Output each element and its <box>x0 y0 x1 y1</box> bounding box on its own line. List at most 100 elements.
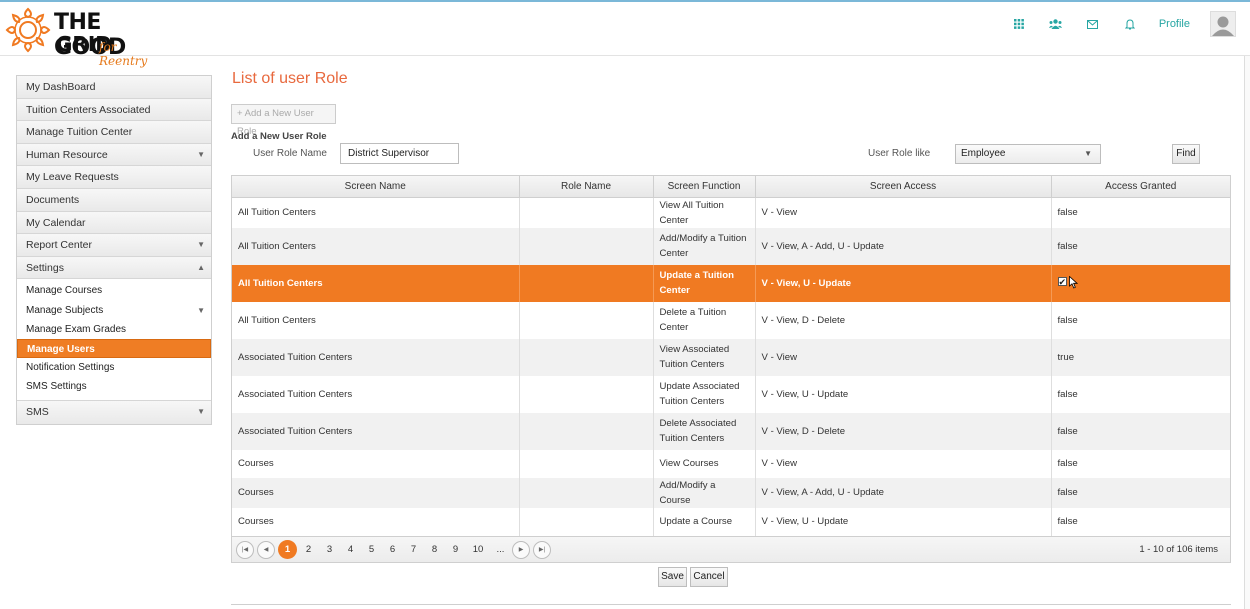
table-row[interactable]: Courses Update a Course V - View, U - Up… <box>232 507 1230 536</box>
page-number[interactable]: 5 <box>362 540 381 559</box>
sidebar-subitem-manage-courses[interactable]: Manage Courses <box>17 281 211 300</box>
sidebar-subitem-manage-exam-grades[interactable]: Manage Exam Grades <box>17 320 211 339</box>
role-like-label: User Role like <box>868 148 931 159</box>
sidebar-subitem-label: Manage Subjects <box>26 304 104 316</box>
page-ellipsis[interactable]: ... <box>491 540 510 559</box>
column-header-screen-access[interactable]: Screen Access <box>755 176 1052 198</box>
add-user-role-button[interactable]: + Add a New User Role <box>231 104 336 137</box>
cell-access-granted[interactable]: false <box>1051 412 1230 450</box>
cell-access-granted[interactable]: false <box>1051 376 1230 413</box>
settings-submenu: Manage Courses Manage Subjects ▼ Manage E… <box>17 279 211 402</box>
page-number[interactable]: 2 <box>299 540 318 559</box>
cell-screen-name: Associated Tuition Centers <box>232 375 520 413</box>
divider <box>231 604 1231 605</box>
cell-screen-function: View Associated Tuition Centers <box>653 338 756 376</box>
sidebar-item-label: Manage Tuition Center <box>26 126 133 139</box>
role-name-input[interactable]: District Supervisor <box>340 143 459 164</box>
cell-screen-function: Add/Modify a Course <box>653 477 756 508</box>
access-granted-checkbox[interactable] <box>1057 275 1067 290</box>
cell-screen-access: V - View <box>755 197 1052 228</box>
first-page-icon[interactable]: |◀ <box>236 540 254 559</box>
cell-access-granted[interactable]: false <box>1051 227 1230 265</box>
page-number[interactable]: 6 <box>383 540 402 559</box>
chevron-down-icon: ▼ <box>197 240 205 250</box>
table-row[interactable]: All Tuition Centers Add/Modify a Tuition… <box>232 227 1230 265</box>
page-scrollbar[interactable] <box>1244 56 1250 609</box>
last-page-icon[interactable]: ▶| <box>533 540 551 559</box>
sidebar-item-label: Human Resource <box>26 148 108 161</box>
profile-link[interactable]: Profile <box>1159 18 1190 30</box>
table-row[interactable]: Associated Tuition Centers View Associat… <box>232 338 1230 376</box>
page-number[interactable]: 4 <box>341 540 360 559</box>
role-like-select[interactable]: Employee ▼ <box>955 144 1101 164</box>
prev-page-icon[interactable]: ◀ <box>257 540 275 559</box>
sidebar-item-calendar[interactable]: My Calendar <box>17 211 211 235</box>
cell-access-granted[interactable]: false <box>1051 197 1230 228</box>
chevron-down-icon: ▼ <box>197 305 205 315</box>
cell-screen-access: V - View <box>755 449 1052 478</box>
page-number[interactable]: 9 <box>446 540 465 559</box>
table-row[interactable]: Associated Tuition Centers Delete Associ… <box>232 412 1230 450</box>
sunflower-logo-icon <box>5 7 51 53</box>
sidebar-subitem-label: Manage Exam Grades <box>26 323 127 335</box>
sidebar-subitem-manage-subjects[interactable]: Manage Subjects ▼ <box>17 301 211 320</box>
cell-access-granted[interactable]: false <box>1051 450 1230 478</box>
users-icon[interactable] <box>1047 15 1065 33</box>
cell-access-granted[interactable]: true <box>1051 338 1230 376</box>
sidebar-item-report-center[interactable]: Report Center ▼ <box>17 234 211 257</box>
bell-icon[interactable] <box>1121 15 1139 33</box>
sidebar-subitem-manage-users[interactable]: Manage Users <box>17 338 211 359</box>
mail-icon[interactable] <box>1084 15 1102 33</box>
grid-icon[interactable] <box>1010 15 1028 33</box>
logo[interactable]: THE GOOD GRID for Reentry <box>4 6 164 68</box>
cell-screen-function: Delete Associated Tuition Centers <box>653 412 756 450</box>
sidebar-item-leave-requests[interactable]: My Leave Requests <box>17 166 211 189</box>
user-avatar-icon <box>1212 16 1234 36</box>
page-number[interactable]: 10 <box>467 540 489 559</box>
table-row[interactable]: All Tuition Centers Delete a Tuition Cen… <box>232 301 1230 339</box>
sidebar-subitem-sms-settings[interactable]: SMS Settings <box>17 377 211 396</box>
avatar[interactable] <box>1210 11 1236 37</box>
sidebar-item-sms[interactable]: SMS ▼ <box>17 401 211 425</box>
next-page-icon[interactable]: ▶ <box>512 540 530 559</box>
cell-role-name <box>519 197 654 228</box>
cell-access-granted[interactable]: false <box>1051 477 1230 508</box>
cell-access-granted[interactable]: false <box>1051 508 1230 536</box>
table-row-selected[interactable]: All Tuition Centers Update a Tuition Cen… <box>232 264 1230 302</box>
cancel-button[interactable]: Cancel <box>690 567 728 587</box>
table-row[interactable]: Associated Tuition Centers Update Associ… <box>232 375 1230 413</box>
sidebar-item-dashboard[interactable]: My DashBoard <box>17 76 211 99</box>
cell-screen-access: V - View, A - Add, U - Update <box>755 227 1052 265</box>
cell-screen-access: V - View, U - Update <box>755 375 1052 413</box>
table-row[interactable]: All Tuition Centers View All Tuition Cen… <box>232 197 1230 228</box>
sidebar-item-settings[interactable]: Settings ▲ <box>17 256 211 280</box>
save-button[interactable]: Save <box>658 567 687 587</box>
column-header-screen-function[interactable]: Screen Function <box>653 176 756 198</box>
form-title: Add a New User Role <box>231 131 327 142</box>
cell-screen-access: V - View, U - Update <box>755 507 1052 536</box>
cell-role-name <box>519 412 654 450</box>
sidebar-item-human-resource[interactable]: Human Resource ▼ <box>17 143 211 167</box>
chevron-up-icon: ▲ <box>197 262 205 272</box>
table-row[interactable]: Courses View Courses V - View false <box>232 449 1230 478</box>
find-button[interactable]: Find <box>1172 144 1200 164</box>
column-header-role-name[interactable]: Role Name <box>519 176 654 198</box>
sidebar-item-manage-tuition-center[interactable]: Manage Tuition Center <box>17 121 211 144</box>
page-number[interactable]: 7 <box>404 540 423 559</box>
page-number[interactable]: 3 <box>320 540 339 559</box>
sidebar-item-tuition-centers-associated[interactable]: Tuition Centers Associated <box>17 98 211 122</box>
table-row[interactable]: Courses Add/Modify a Course V - View, A … <box>232 477 1230 508</box>
page-title: List of user Role <box>232 70 348 87</box>
page-number-current[interactable]: 1 <box>278 540 297 559</box>
cell-access-granted[interactable]: false <box>1051 302 1230 339</box>
sidebar: My DashBoard Tuition Centers Associated … <box>16 75 212 426</box>
sidebar-subitem-label: SMS Settings <box>26 381 87 393</box>
cell-screen-name: Associated Tuition Centers <box>232 338 520 376</box>
column-header-access-granted[interactable]: Access Granted <box>1051 176 1230 198</box>
cell-access-granted[interactable] <box>1051 264 1230 302</box>
sidebar-subitem-notification-settings[interactable]: Notification Settings <box>17 358 211 377</box>
column-header-screen-name[interactable]: Screen Name <box>232 176 520 198</box>
sidebar-item-documents[interactable]: Documents <box>17 188 211 212</box>
cell-screen-name: All Tuition Centers <box>232 197 520 228</box>
page-number[interactable]: 8 <box>425 540 444 559</box>
